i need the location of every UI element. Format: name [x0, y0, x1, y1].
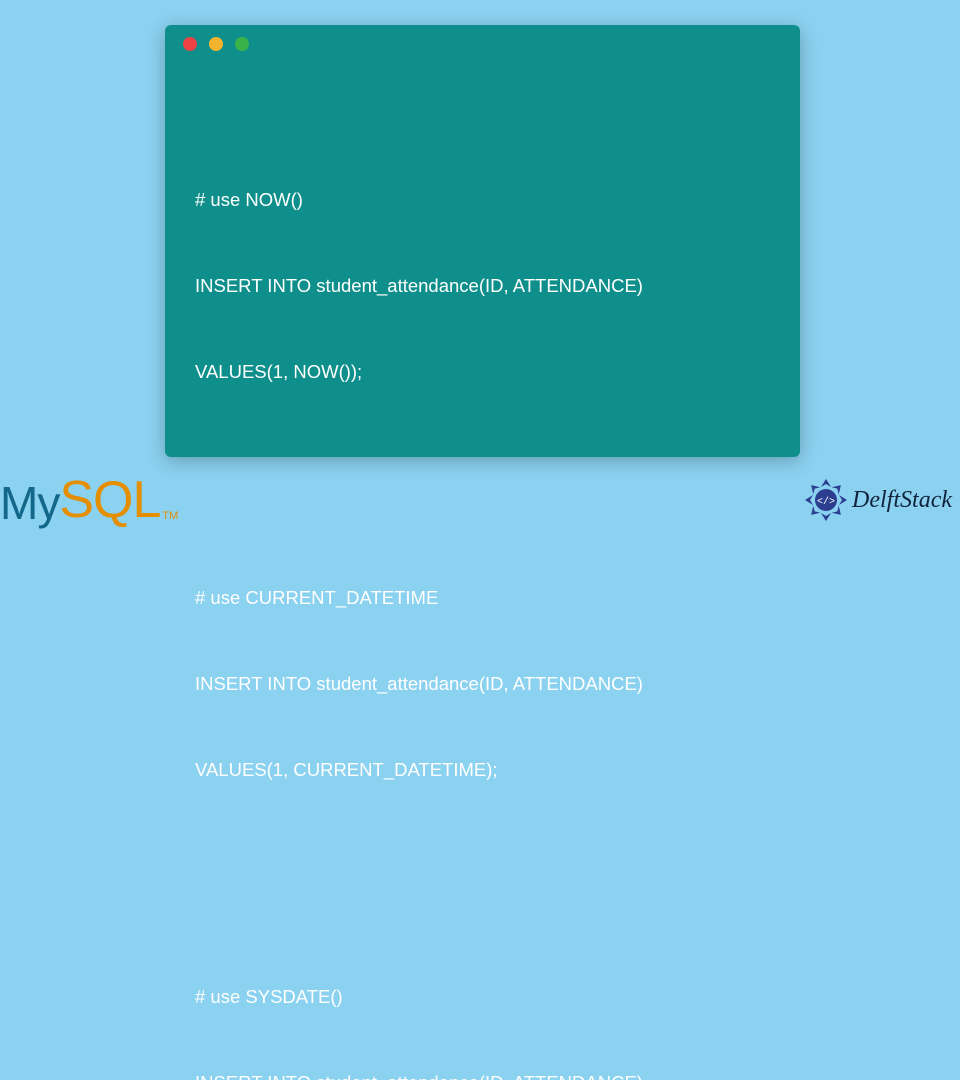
svg-text:</>: </> — [817, 496, 835, 508]
mysql-tm-text: TM — [162, 510, 178, 522]
code-window: # use NOW() INSERT INTO student_attendan… — [165, 25, 800, 457]
code-line: INSERT INTO student_attendance(ID, ATTEN… — [195, 272, 770, 301]
code-comment: # use SYSDATE() — [195, 983, 770, 1012]
mysql-sql-text: SQL — [59, 470, 160, 530]
code-line: INSERT INTO student_attendance(ID, ATTEN… — [195, 1069, 770, 1080]
minimize-icon — [209, 37, 223, 51]
code-block: # use CURRENT_DATETIME INSERT INTO stude… — [195, 527, 770, 842]
code-comment: # use CURRENT_DATETIME — [195, 584, 770, 613]
code-comment: # use NOW() — [195, 186, 770, 215]
code-line: INSERT INTO student_attendance(ID, ATTEN… — [195, 670, 770, 699]
delftstack-text: DelftStack — [852, 487, 952, 514]
mysql-my-text: My — [0, 476, 59, 530]
code-block: # use NOW() INSERT INTO student_attendan… — [195, 128, 770, 443]
window-titlebar — [165, 25, 800, 63]
delftstack-logo: </> DelftStack — [804, 478, 952, 522]
delftstack-icon: </> — [804, 478, 848, 522]
maximize-icon — [235, 37, 249, 51]
code-body: # use NOW() INSERT INTO student_attendan… — [165, 63, 800, 1080]
mysql-logo: My SQL TM — [0, 470, 178, 530]
close-icon — [183, 37, 197, 51]
code-line: VALUES(1, NOW()); — [195, 358, 770, 387]
code-line: VALUES(1, CURRENT_DATETIME); — [195, 756, 770, 785]
code-block: # use SYSDATE() INSERT INTO student_atte… — [195, 926, 770, 1080]
